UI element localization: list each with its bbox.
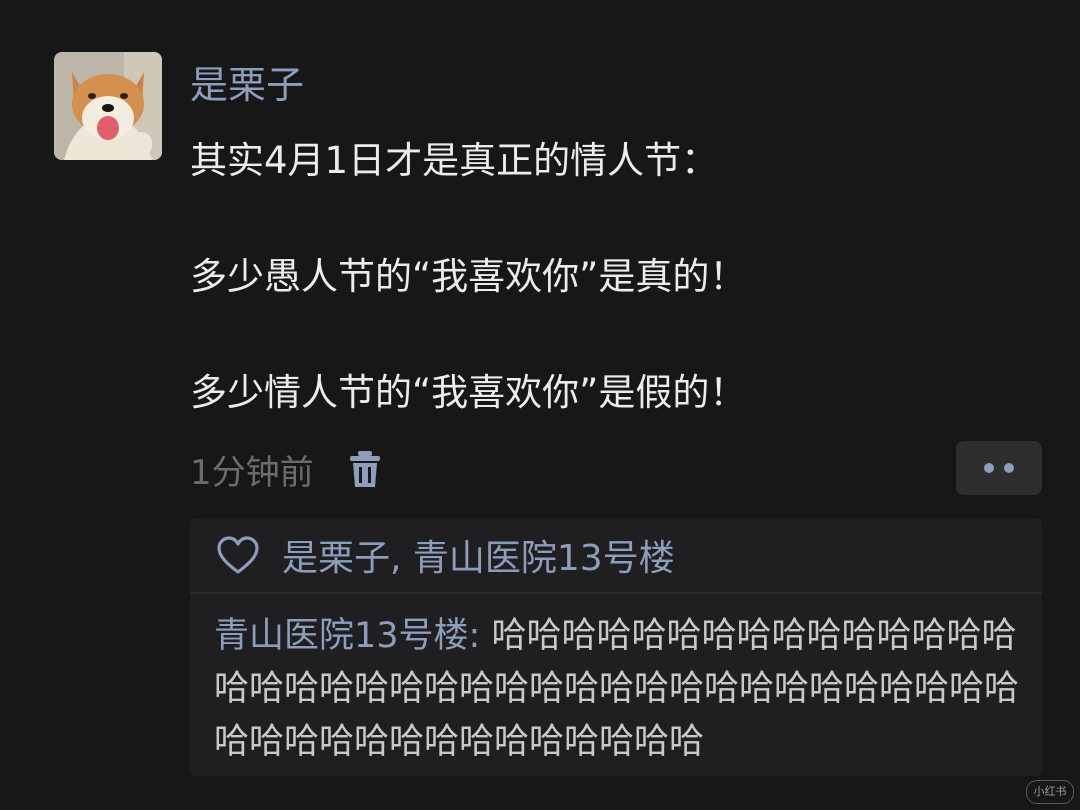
post-line-blank [190, 190, 1050, 248]
comment-author[interactable]: 青山医院13号楼 [214, 616, 469, 656]
post-line: 多少愚人节的“我喜欢你”是真的！ [190, 255, 747, 298]
heart-icon[interactable] [216, 535, 260, 575]
post-line-blank [190, 306, 1050, 364]
likes-and-comments-panel: 是栗子, 青山医院13号楼 青山医院13号楼: 哈哈哈哈哈哈哈哈哈哈哈哈哈哈哈哈… [190, 518, 1042, 776]
more-options-button[interactable] [956, 441, 1042, 495]
trash-icon[interactable] [348, 449, 382, 489]
post-meta: 1分钟前 [190, 446, 382, 493]
watermark: 小红书 [1026, 780, 1074, 804]
shiba-dog-avatar [54, 52, 162, 160]
post-author-name[interactable]: 是栗子 [190, 60, 304, 110]
more-dots-icon [984, 463, 994, 473]
liker-names[interactable]: 是栗子, 青山医院13号楼 [282, 529, 675, 581]
likes-row: 是栗子, 青山医院13号楼 [190, 518, 1042, 594]
post-line: 多少情人节的“我喜欢你”是假的！ [190, 371, 747, 414]
comment-separator: : [468, 616, 492, 656]
more-dots-icon [1004, 463, 1014, 473]
avatar[interactable] [54, 52, 162, 160]
post-line: 其实4月1日才是真正的情人节： [190, 139, 719, 182]
post-content: 其实4月1日才是真正的情人节： 多少愚人节的“我喜欢你”是真的！ 多少情人节的“… [190, 132, 1050, 422]
comment-item: 青山医院13号楼: 哈哈哈哈哈哈哈哈哈哈哈哈哈哈哈哈哈哈哈哈哈哈哈哈哈哈哈哈哈哈… [190, 594, 1020, 769]
post-timestamp: 1分钟前 [190, 452, 314, 493]
